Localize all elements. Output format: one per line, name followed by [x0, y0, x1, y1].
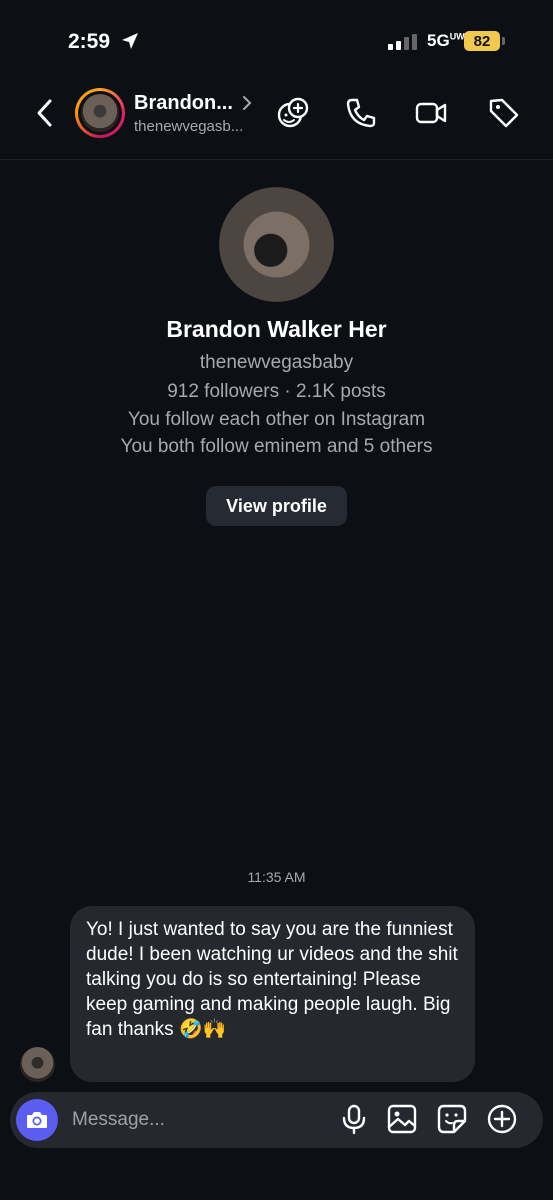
- sticker-icon[interactable]: [436, 1103, 468, 1135]
- message-input[interactable]: [70, 1102, 324, 1138]
- mutual-follow-text: You follow each other on Instagram: [127, 409, 426, 430]
- view-profile-button[interactable]: View profile: [206, 486, 347, 526]
- face-effects-icon[interactable]: [276, 96, 310, 130]
- sender-avatar[interactable]: [20, 1047, 55, 1082]
- location-arrow-icon: [122, 33, 138, 49]
- header-divider: [0, 159, 553, 160]
- plus-circle-icon[interactable]: [486, 1103, 518, 1135]
- profile-name: Brandon Walker Her: [166, 316, 387, 342]
- header-username[interactable]: thenewvegasb...: [134, 118, 243, 135]
- header-avatar[interactable]: [75, 88, 125, 138]
- chevron-right-icon[interactable]: [241, 95, 253, 111]
- camera-button[interactable]: [16, 1099, 58, 1141]
- profile-stats: 912 followers · 2.1K posts: [167, 381, 386, 402]
- camera-icon: [27, 1112, 47, 1128]
- microphone-icon[interactable]: [338, 1103, 370, 1135]
- video-camera-icon[interactable]: [414, 96, 448, 130]
- message-text: Yo! I just wanted to say you are the fun…: [86, 919, 458, 1040]
- image-icon[interactable]: [386, 1103, 418, 1135]
- mutual-followers-text: You both follow eminem and 5 others: [120, 436, 433, 457]
- message-timestamp: 11:35 AM: [247, 869, 306, 885]
- profile-username: thenewvegasbaby: [199, 352, 354, 373]
- profile-photo[interactable]: [219, 187, 334, 302]
- battery-indicator: 82: [464, 31, 506, 51]
- message-bubble[interactable]: Yo! I just wanted to say you are the fun…: [70, 906, 475, 1082]
- chevron-left-icon[interactable]: [32, 96, 58, 130]
- battery-level: 82: [464, 31, 500, 51]
- signal-bars-icon: [388, 34, 417, 50]
- header-name[interactable]: Brandon...: [134, 92, 233, 115]
- status-time: 2:59: [68, 30, 111, 53]
- phone-icon[interactable]: [344, 96, 378, 130]
- network-label: 5GUW: [427, 31, 465, 50]
- tag-icon[interactable]: [487, 96, 521, 130]
